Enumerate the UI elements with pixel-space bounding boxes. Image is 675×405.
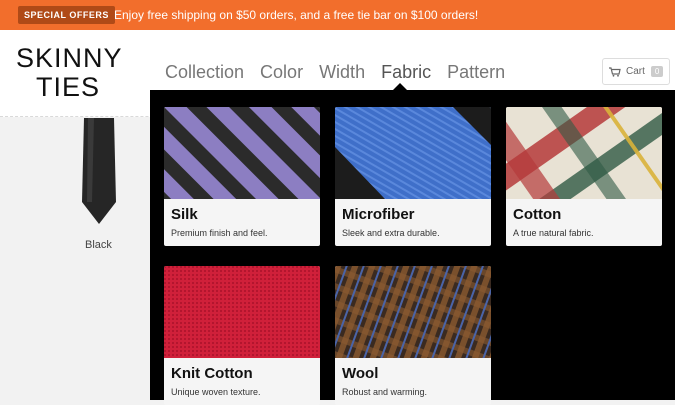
fabric-description: Unique woven texture. [171,387,261,397]
nav-width[interactable]: Width [319,61,365,83]
fabric-description: Robust and warming. [342,387,428,397]
fabric-description: A true natural fabric. [513,228,594,238]
site-logo[interactable]: SKINNY TIES [16,45,122,105]
fabric-card-microfiber[interactable]: Microfiber Sleek and extra durable. [335,107,491,246]
fabric-card-knit-cotton[interactable]: Knit Cotton Unique woven texture. [164,266,320,405]
nav-pattern[interactable]: Pattern [447,61,505,83]
fabric-title: Microfiber [342,206,415,223]
fabric-card-cotton[interactable]: Cotton A true natural fabric. [506,107,662,246]
cart-icon [609,66,621,77]
product-listing [0,118,150,400]
wool-swatch-image [335,266,491,358]
cart-count-badge: 0 [650,66,664,77]
nav-color[interactable]: Color [260,61,303,83]
logo-line-2: TIES [36,72,101,102]
fabric-title: Silk [171,206,198,223]
fabric-title: Knit Cotton [171,365,253,382]
promo-bar: SPECIAL OFFERS Enjoy free shipping on $5… [0,0,675,30]
logo-line-1: SKINNY [16,43,123,73]
fabric-title: Cotton [513,206,562,223]
fabric-card-wool[interactable]: Wool Robust and warming. [335,266,491,405]
product-label[interactable]: Black [85,239,112,251]
cart-button[interactable]: Cart 0 [602,58,670,85]
fabric-title: Wool [342,365,379,382]
black-tie-image[interactable] [78,118,120,230]
nav-collection[interactable]: Collection [165,61,244,83]
fabric-description: Sleek and extra durable. [342,228,440,238]
fabric-mega-menu: Silk Premium finish and feel. Microfiber… [150,90,675,405]
cart-label: Cart [626,66,645,77]
main-nav: Collection Color Width Fabric Pattern [165,61,521,83]
knit-cotton-swatch-image [164,266,320,358]
promo-message: Enjoy free shipping on $50 orders, and a… [114,8,479,22]
silk-swatch-image [164,107,320,199]
nav-fabric[interactable]: Fabric [381,61,431,83]
microfiber-swatch-image [335,107,491,199]
fabric-description: Premium finish and feel. [171,228,268,238]
fabric-card-silk[interactable]: Silk Premium finish and feel. [164,107,320,246]
special-offers-badge[interactable]: SPECIAL OFFERS [18,6,115,24]
fabric-dropdown-caret [393,83,407,90]
cotton-swatch-image [506,107,662,199]
